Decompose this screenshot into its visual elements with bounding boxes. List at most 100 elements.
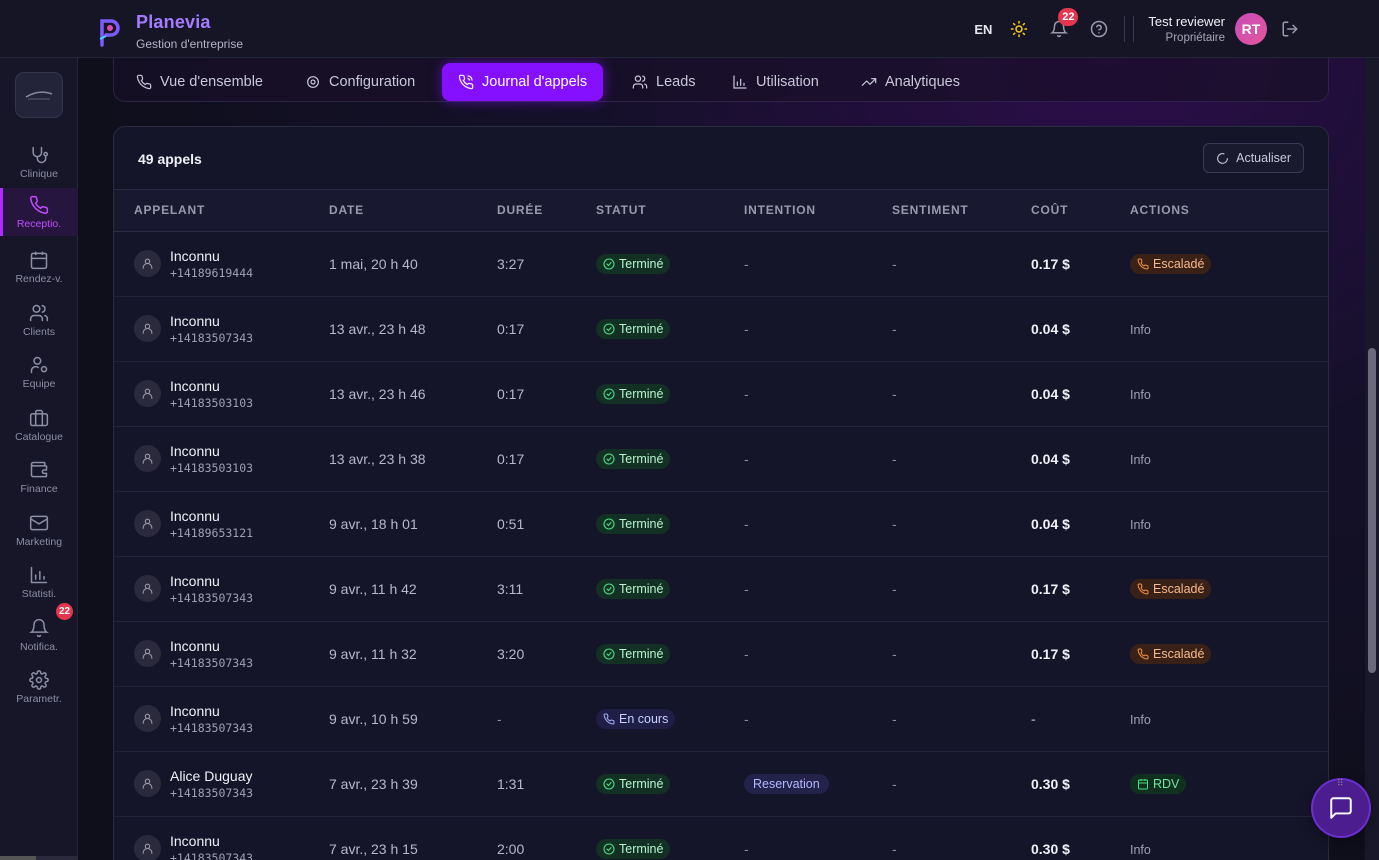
call-intent-cell: - [724,426,872,492]
phone-forward-icon [1137,582,1149,594]
escalated-badge[interactable]: Escaladé [1130,643,1212,664]
table-row[interactable]: Inconnu +14189653121 9 avr., 18 h 01 0:5… [114,491,1328,557]
call-duration: 0:17 [477,426,576,492]
language-toggle[interactable]: EN [974,22,992,37]
drag-handle-icon[interactable]: ⠿ [1337,778,1344,789]
call-cost: - [1011,686,1110,752]
call-intent-cell: - [724,231,872,297]
status-badge: Terminé [596,253,671,274]
tab-leads[interactable]: Leads [616,63,712,101]
column-header[interactable]: DATE [309,190,477,232]
check-circle-icon [603,322,615,335]
caller-avatar [134,510,161,537]
tab-vue-ensemble[interactable]: Vue d'ensemble [120,63,279,101]
sidebar-item-finance[interactable]: Finance [0,453,78,501]
table-row[interactable]: Inconnu +14183503103 13 avr., 23 h 46 0:… [114,361,1328,427]
sidebar-notifications-badge: 22 [56,603,73,620]
brand[interactable]: Planevia Gestion d'entreprise [98,12,243,51]
escalated-badge[interactable]: Escaladé [1130,578,1212,599]
escalated-badge[interactable]: Escaladé [1130,253,1212,274]
sidebar-item-clinique[interactable]: Clinique [0,138,78,186]
info-link[interactable]: Info [1130,323,1151,337]
help-icon[interactable] [1090,20,1108,38]
table-row[interactable]: Inconnu +14189619444 1 mai, 20 h 40 3:27… [114,231,1328,297]
sidebar-item-marketing[interactable]: Marketing [0,506,78,554]
brand-subtitle: Gestion d'entreprise [136,37,244,51]
table-row[interactable]: Inconnu +14183507343 13 avr., 23 h 48 0:… [114,296,1328,362]
sidebar-item-equipe[interactable]: Equipe [0,348,78,396]
sidebar-item-parametres[interactable]: Parametr. [0,663,78,711]
tab-configuration[interactable]: Configuration [289,63,431,101]
refresh-icon [1217,152,1229,164]
call-status-cell: Terminé [576,816,724,860]
column-header[interactable]: APPELANT [114,190,309,232]
column-header[interactable]: SENTIMENT [872,190,1011,232]
tab-analytiques[interactable]: Analytiques [845,63,976,101]
status-badge: Terminé [596,773,671,794]
notifications-bell-icon[interactable]: 22 [1050,8,1079,38]
sidebar-item-notifications[interactable]: 22 Notifica. [0,603,78,659]
action-label: Escaladé [1153,646,1205,661]
table-row[interactable]: Alice Duguay +14183507343 7 avr., 23 h 3… [114,751,1328,817]
sidebar-horizontal-scrollbar[interactable] [0,856,78,860]
refresh-label: Actualiser [1236,151,1291,165]
check-circle-icon [603,257,615,270]
phone-icon [30,195,49,214]
column-header[interactable]: INTENTION [724,190,872,232]
sidebar-item-label: Clients [22,325,56,338]
avatar[interactable]: RT [1235,13,1267,45]
call-duration: 3:20 [477,621,576,687]
tab-journal-appels[interactable]: Journal d'appels [442,63,604,101]
status-badge: Terminé [596,838,671,859]
info-link[interactable]: Info [1130,388,1151,402]
sidebar-item-rendez-vous[interactable]: Rendez-v. [0,243,78,291]
info-link[interactable]: Info [1130,843,1151,857]
caller-cell: Alice Duguay +14183507343 [134,768,309,800]
sidebar-item-label: Finance [20,482,58,495]
sidebar-item-statistiques[interactable]: Statisti. [0,558,78,606]
column-header[interactable]: COÛT [1011,190,1110,232]
header-divider [1124,16,1126,42]
column-header[interactable]: STATUT [576,190,724,232]
table-row[interactable]: Inconnu +14183507343 9 avr., 10 h 59 - E… [114,686,1328,752]
main-content: Vue d'ensemble Configuration Journal d'a… [78,58,1365,860]
status-badge: Terminé [596,448,671,469]
check-circle-icon [603,582,615,595]
call-status-cell: En cours [576,686,724,752]
status-label: Terminé [619,321,664,336]
user-info[interactable]: Test reviewer Propriétaire [1148,14,1225,44]
call-log-panel: 49 appels Actualiser APPELANT DATE DURÉE… [113,126,1329,860]
phone-forward-icon [1137,257,1149,269]
refresh-button[interactable]: Actualiser [1203,143,1304,173]
sidebar-item-receptionniste[interactable]: Receptio. [0,188,78,236]
tab-utilisation[interactable]: Utilisation [716,63,835,101]
theme-toggle-sun-icon[interactable] [1010,20,1028,38]
page-scrollbar[interactable] [1365,58,1379,860]
caller-cell: Inconnu +14183507343 [134,573,309,605]
call-status-cell: Terminé [576,556,724,622]
user-icon [142,258,153,269]
column-header[interactable]: ACTIONS [1110,190,1328,232]
appointment-badge[interactable]: RDV [1130,773,1187,794]
column-header[interactable]: DURÉE [477,190,576,232]
caller-phone: +14183507343 [170,330,254,345]
user-icon [142,518,153,529]
top-header: Planevia Gestion d'entreprise EN 22 Test… [0,0,1379,58]
table-row[interactable]: Inconnu +14183507343 9 avr., 11 h 42 3:1… [114,556,1328,622]
trend-icon [861,78,877,86]
table-row[interactable]: Inconnu +14183507343 7 avr., 23 h 15 2:0… [114,816,1328,860]
table-row[interactable]: Inconnu +14183507343 9 avr., 11 h 32 3:2… [114,621,1328,687]
business-logo[interactable] [15,72,63,118]
calendar-check-icon [1138,778,1148,789]
table-row[interactable]: Inconnu +14183503103 13 avr., 23 h 38 0:… [114,426,1328,492]
scrollbar-thumb[interactable] [1368,348,1376,673]
sidebar-item-clients[interactable]: Clients [0,296,78,344]
caller-phone: +14183507343 [170,785,254,800]
sidebar-item-catalogue[interactable]: Catalogue [0,401,78,449]
info-link[interactable]: Info [1130,518,1151,532]
logout-icon[interactable] [1281,20,1299,38]
info-link[interactable]: Info [1130,453,1151,467]
sidebar-item-label: Clinique [20,167,58,180]
call-status-cell: Terminé [576,751,724,817]
info-link[interactable]: Info [1130,713,1151,727]
